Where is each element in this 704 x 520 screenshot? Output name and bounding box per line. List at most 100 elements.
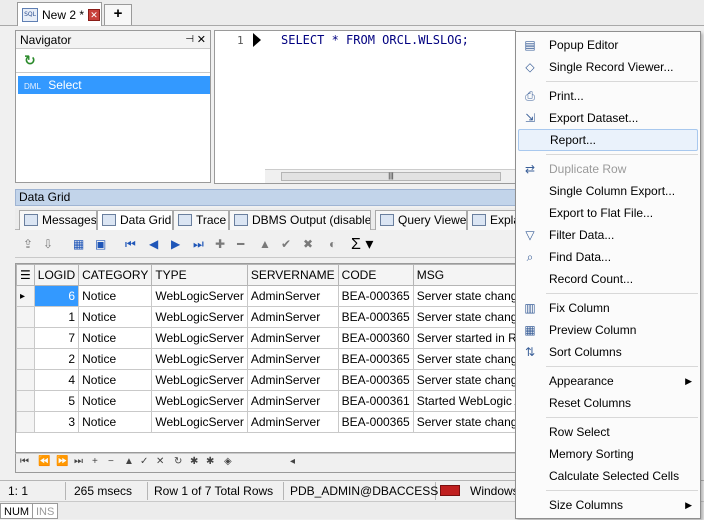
tab-trace[interactable]: Trace: [173, 210, 229, 230]
export-icon[interactable]: ⇩: [43, 237, 53, 251]
table-cell[interactable]: AdminServer: [246, 285, 339, 307]
table-cell[interactable]: 5: [33, 390, 80, 412]
menu-item-appearance[interactable]: Appearance ▶: [516, 370, 700, 392]
navigator-item-select[interactable]: DML Select: [18, 76, 210, 94]
close-icon[interactable]: ✕: [197, 31, 206, 49]
column-header[interactable]: CODE: [337, 264, 414, 286]
table-cell[interactable]: 2: [33, 348, 80, 370]
post-icon[interactable]: ✓: [140, 456, 148, 467]
table-cell[interactable]: WebLogicServer: [151, 369, 248, 391]
table-cell[interactable]: WebLogicServer: [151, 411, 248, 433]
table-cell[interactable]: Notice: [78, 327, 153, 349]
table-cell[interactable]: AdminServer: [246, 348, 339, 370]
row-indicator[interactable]: [16, 327, 35, 349]
editor-horizontal-scrollbar[interactable]: |||: [265, 169, 515, 183]
tab-messages[interactable]: Messages: [19, 210, 97, 230]
filter-icon[interactable]: ◈: [224, 456, 232, 467]
last-icon[interactable]: ⏭: [74, 456, 83, 467]
table-cell[interactable]: Started WebLogic A: [412, 390, 516, 412]
tab-dbms-output[interactable]: DBMS Output (disabled): [229, 210, 371, 230]
menu-item-calculate-selected-cells[interactable]: Calculate Selected Cells: [516, 465, 700, 487]
menu-item-filter-data[interactable]: ▽ Filter Data...: [516, 224, 700, 246]
prior-page-icon[interactable]: ⏪: [38, 456, 50, 467]
column-header[interactable]: LOGID: [33, 264, 80, 286]
delete-record-icon[interactable]: ━: [237, 237, 244, 251]
row-indicator[interactable]: ▸: [16, 285, 35, 307]
table-cell[interactable]: BEA-000360: [337, 327, 414, 349]
column-header[interactable]: TYPE: [151, 264, 248, 286]
menu-item-size-columns[interactable]: Size Columns ▶: [516, 494, 700, 516]
scrollbar-thumb[interactable]: |||: [281, 172, 501, 181]
table-row[interactable]: ▸ 6 Notice WebLogicServer AdminServer BEA-000…: [16, 285, 516, 307]
first-icon[interactable]: ⏮: [20, 456, 29, 467]
menu-item-record-count[interactable]: Record Count...: [516, 268, 700, 290]
table-cell[interactable]: WebLogicServer: [151, 285, 248, 307]
tab-data-grid[interactable]: Data Grid: [97, 210, 173, 230]
prior-record-icon[interactable]: ◀: [149, 237, 158, 251]
delete-icon[interactable]: −: [108, 456, 114, 467]
table-cell[interactable]: 6: [33, 285, 80, 307]
table-cell[interactable]: Server state change: [412, 348, 516, 370]
menu-item-find-data[interactable]: ⌕ Find Data...: [516, 246, 700, 268]
table-cell[interactable]: Notice: [78, 411, 153, 433]
table-row[interactable]: 4 Notice WebLogicServer AdminServer BEA-0003…: [16, 369, 516, 391]
menu-item-popup-editor[interactable]: ▤ Popup Editor: [516, 34, 700, 56]
post-edit-icon[interactable]: ✔: [281, 237, 291, 251]
select-all-icon[interactable]: ☰: [16, 264, 35, 286]
tab-new-2[interactable]: SQL New 2 * ✕: [17, 2, 102, 26]
column-header[interactable]: SERVERNAME: [246, 264, 339, 286]
column-header[interactable]: CATEGORY: [78, 264, 153, 286]
insert-icon[interactable]: +: [92, 456, 98, 467]
grid-options-icon[interactable]: ▦: [73, 237, 84, 251]
next-record-icon[interactable]: ▶: [171, 237, 180, 251]
table-cell[interactable]: BEA-000365: [337, 285, 414, 307]
table-cell[interactable]: Server started in RU: [412, 327, 516, 349]
table-cell[interactable]: Notice: [78, 348, 153, 370]
next-page-icon[interactable]: ⏩: [56, 456, 68, 467]
menu-item-single-record-viewer[interactable]: ◇ Single Record Viewer...: [516, 56, 700, 78]
row-indicator[interactable]: [16, 306, 35, 328]
row-indicator[interactable]: [16, 348, 35, 370]
table-cell[interactable]: WebLogicServer: [151, 348, 248, 370]
table-cell[interactable]: 1: [33, 306, 80, 328]
menu-item-fix-column[interactable]: ▥ Fix Column: [516, 297, 700, 319]
refresh-icon[interactable]: ↻: [24, 52, 36, 69]
sql-text[interactable]: SELECT * FROM ORCL.WLSLOG;: [281, 33, 469, 47]
table-cell[interactable]: BEA-000365: [337, 306, 414, 328]
tab-explain[interactable]: Expla: [467, 210, 517, 230]
table-cell[interactable]: BEA-000365: [337, 411, 414, 433]
edit-icon[interactable]: ▲: [124, 456, 134, 467]
column-header[interactable]: MSG: [412, 264, 516, 286]
menu-item-report[interactable]: Report...: [518, 129, 698, 151]
goto-bookmark-icon[interactable]: ✱: [206, 456, 214, 467]
menu-item-single-column-export[interactable]: Single Column Export...: [516, 180, 700, 202]
table-cell[interactable]: AdminServer: [246, 390, 339, 412]
table-cell[interactable]: BEA-000365: [337, 369, 414, 391]
table-cell[interactable]: Notice: [78, 306, 153, 328]
sql-editor[interactable]: 1 SELECT * FROM ORCL.WLSLOG; |||: [214, 30, 516, 184]
menu-item-preview-column[interactable]: ▦ Preview Column: [516, 319, 700, 341]
cancel-icon[interactable]: ✕: [156, 456, 164, 467]
table-cell[interactable]: AdminServer: [246, 306, 339, 328]
table-cell[interactable]: Notice: [78, 285, 153, 307]
table-cell[interactable]: 7: [33, 327, 80, 349]
table-row[interactable]: 5 Notice WebLogicServer AdminServer BEA-0003…: [16, 390, 516, 412]
import-icon[interactable]: ⇪: [23, 237, 33, 251]
menu-item-export-to-flat-file[interactable]: Export to Flat File...: [516, 202, 700, 224]
table-cell[interactable]: WebLogicServer: [151, 306, 248, 328]
menu-item-row-select[interactable]: Row Select: [516, 421, 700, 443]
refresh-icon[interactable]: ↻: [174, 456, 182, 467]
table-cell[interactable]: AdminServer: [246, 369, 339, 391]
table-cell[interactable]: AdminServer: [246, 411, 339, 433]
menu-item-reset-columns[interactable]: Reset Columns: [516, 392, 700, 414]
table-cell[interactable]: BEA-000365: [337, 348, 414, 370]
table-cell[interactable]: Server state change: [412, 285, 516, 307]
cancel-edit-icon[interactable]: ✖: [303, 237, 313, 251]
sum-icon[interactable]: Σ ▾: [351, 234, 373, 254]
row-indicator[interactable]: [16, 369, 35, 391]
table-cell[interactable]: Server state change: [412, 306, 516, 328]
table-cell[interactable]: Server state change: [412, 369, 516, 391]
first-record-icon[interactable]: ⏮: [125, 237, 136, 252]
last-record-icon[interactable]: ⏭: [193, 237, 204, 252]
table-cell[interactable]: Notice: [78, 390, 153, 412]
